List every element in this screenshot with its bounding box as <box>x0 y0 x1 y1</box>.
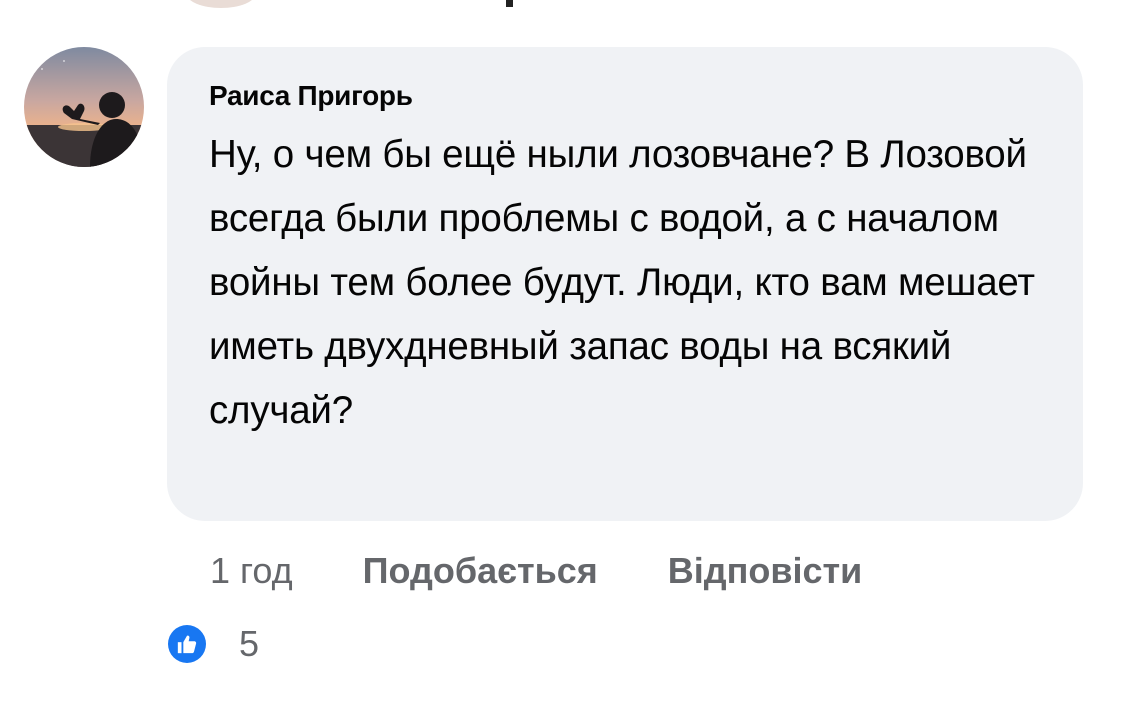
reactions-summary[interactable]: 5 <box>168 622 259 666</box>
previous-comment-text-remnant <box>506 0 513 7</box>
reaction-count: 5 <box>239 623 260 664</box>
comment-timestamp[interactable]: 1 год <box>210 550 293 592</box>
comment-actions: 1 год Подобається Відповісти <box>210 546 862 596</box>
avatar-photo <box>24 47 144 167</box>
comment-bubble: Раиса Пригорь Ну, о чем бы ещё ныли лозо… <box>167 47 1083 521</box>
comment-text: Ну, о чем бы ещё ныли лозовчане? В Лозов… <box>209 133 1035 432</box>
avatar[interactable] <box>24 47 144 167</box>
previous-comment-avatar-remnant <box>186 0 256 8</box>
thumbs-up-icon <box>168 625 206 663</box>
comment-author[interactable]: Раиса Пригорь <box>209 80 413 112</box>
like-button[interactable]: Подобається <box>363 550 598 592</box>
reply-button[interactable]: Відповісти <box>668 550 863 592</box>
